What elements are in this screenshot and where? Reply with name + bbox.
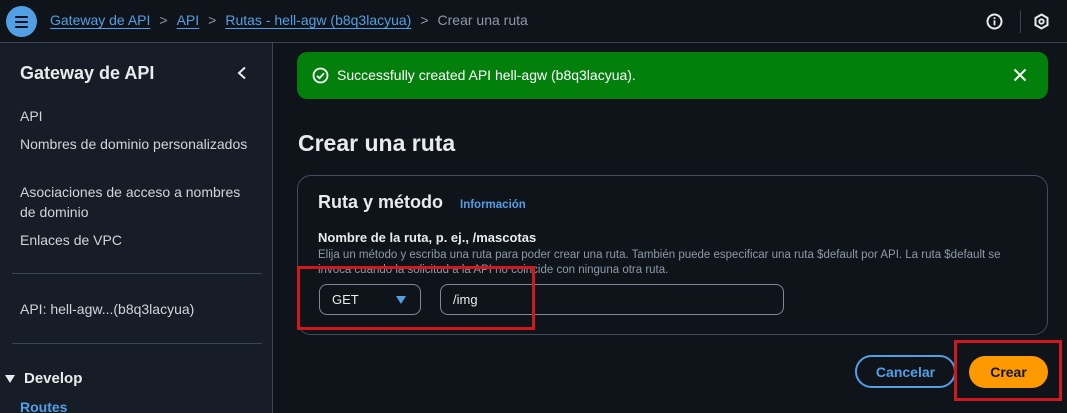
success-flash-message: Successfully created API hell-agw (b8q3l… [297,52,1048,99]
method-select-value: GET [332,292,359,307]
create-button[interactable]: Crear [969,356,1048,388]
sidebar-title: Gateway de API [20,63,155,83]
route-method-container: Ruta y método Información Nombre de la r… [297,175,1048,335]
cancel-button[interactable]: Cancelar [855,355,956,388]
route-path-input[interactable] [440,284,784,315]
top-navigation-bar: Gateway de API > API > Rutas - hell-agw … [0,0,1067,43]
caret-down-icon [396,296,406,304]
hamburger-menu-icon[interactable] [6,6,37,37]
breadcrumb-separator: > [420,12,429,28]
sidebar-divider [12,273,262,274]
breadcrumb-gateway-api[interactable]: Gateway de API [50,12,150,28]
info-icon[interactable] [985,12,1003,30]
page-title: Crear una ruta [298,130,456,156]
route-name-description: Elija un método y escriba una ruta para … [318,249,1001,276]
hexagon-settings-icon[interactable] [1032,12,1050,30]
sidebar-item-api[interactable]: API [20,106,250,126]
sidebar-section-label: Develop [24,370,83,387]
breadcrumb: Gateway de API > API > Rutas - hell-agw … [50,12,528,28]
flash-message-text: Successfully created API hell-agw (b8q3l… [337,67,636,83]
sidebar-item-domain-access[interactable]: Asociaciones de acceso a nombres de domi… [20,182,250,222]
sidebar-section-develop[interactable]: Develop [4,370,82,387]
check-circle-icon [312,67,329,84]
topbar-divider [1020,10,1021,33]
breadcrumb-current: Crear una ruta [437,12,528,28]
sidebar: Gateway de API API Nombres de dominio pe… [0,43,273,413]
breadcrumb-separator: > [159,12,168,28]
breadcrumb-api[interactable]: API [177,12,200,28]
container-title: Ruta y método [318,192,444,212]
caret-down-icon [5,374,15,383]
sidebar-item-routes[interactable]: Routes [20,399,67,413]
chevron-left-icon[interactable] [233,64,251,82]
sidebar-item-custom-domains[interactable]: Nombres de dominio personalizados [20,134,250,154]
sidebar-divider [12,343,262,344]
breadcrumb-routes[interactable]: Rutas - hell-agw (b8q3lacyua) [225,12,411,28]
method-select[interactable]: GET [319,284,421,315]
breadcrumb-separator: > [208,12,217,28]
close-icon[interactable] [1011,66,1029,84]
sidebar-item-vpc-links[interactable]: Enlaces de VPC [20,230,250,250]
info-link[interactable]: Información [460,199,526,211]
sidebar-item-current-api[interactable]: API: hell-agw...(b8q3lacyua) [20,299,250,319]
route-name-label: Nombre de la ruta, p. ej., /mascotas [318,230,537,245]
